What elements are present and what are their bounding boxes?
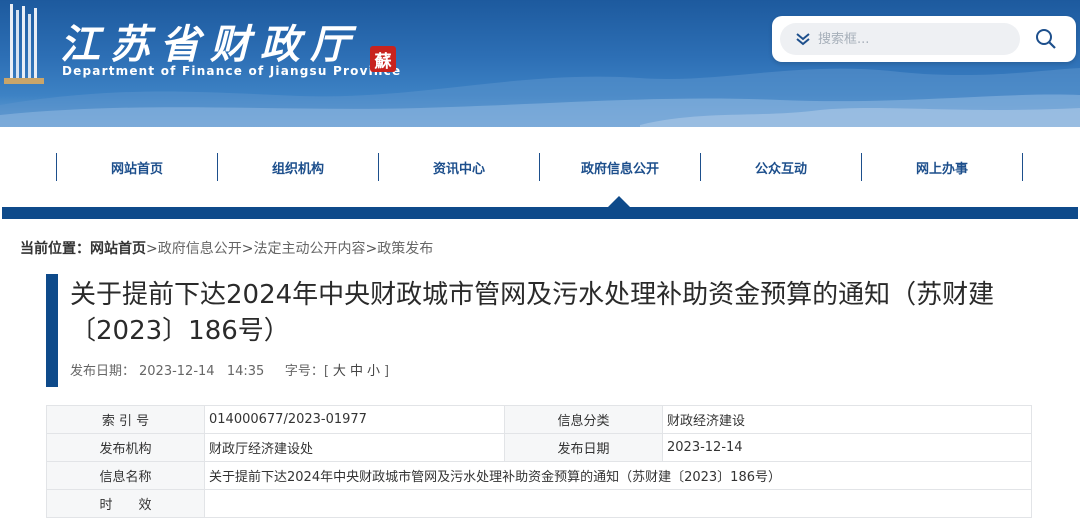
seal-stamp: 蘇	[370, 46, 396, 72]
table-key: 发布日期	[504, 433, 663, 462]
main-nav: 网站首页 组织机构 资讯中心 政府信息公开 公众互动 网上办事	[0, 127, 1080, 207]
publish-date: 2023-12-14	[139, 364, 215, 379]
font-size-label: 字号：[	[284, 364, 329, 379]
nav-underline-bar	[2, 207, 1078, 219]
font-size-close: ]	[383, 364, 390, 379]
title-accent-bar	[46, 274, 58, 387]
table-value: 财政厅经济建设处	[204, 433, 505, 462]
nav-separator	[1022, 153, 1023, 181]
nav-item-public-interaction[interactable]: 公众互动	[701, 154, 861, 180]
nav-item-online-services[interactable]: 网上办事	[862, 154, 1022, 180]
table-value: 财政经济建设	[662, 405, 1032, 434]
breadcrumb-link-statutory[interactable]: 法定主动公开内容	[253, 241, 365, 257]
breadcrumb: 当前位置：网站首页>政府信息公开>法定主动公开内容>政策发布	[20, 238, 433, 258]
table-key: 发布机构	[46, 433, 205, 462]
table-key: 信息名称	[46, 461, 205, 490]
table-row: 信息名称 关于提前下达2024年中央财政城市管网及污水处理补助资金预算的通知（苏…	[46, 461, 1032, 490]
table-value: 2023-12-14	[662, 433, 1032, 462]
table-key: 信息分类	[504, 405, 663, 434]
nav-item-organization[interactable]: 组织机构	[218, 154, 378, 180]
nav-item-news[interactable]: 资讯中心	[379, 154, 539, 180]
breadcrumb-separator: >	[365, 241, 378, 257]
chevron-down-icon[interactable]	[794, 31, 812, 47]
table-key: 时 效	[46, 489, 205, 518]
nav-item-gov-info[interactable]: 政府信息公开	[540, 154, 700, 180]
breadcrumb-link-policy[interactable]: 政策发布	[377, 241, 433, 257]
search-box	[772, 16, 1076, 62]
info-table: 索 引 号 014000677/2023-01977 信息分类 财政经济建设 发…	[46, 405, 1032, 518]
article-meta: 发布日期： 2023-12-14 14:35 字号：[ 大中小]	[70, 360, 393, 379]
table-row: 索 引 号 014000677/2023-01977 信息分类 财政经济建设	[46, 405, 1032, 434]
building-logo-icon	[4, 4, 44, 84]
font-size-large-button[interactable]: 大	[333, 364, 346, 379]
table-key: 索 引 号	[46, 405, 205, 434]
breadcrumb-separator: >	[241, 241, 254, 257]
publish-time: 14:35	[226, 364, 265, 379]
font-size-small-button[interactable]: 小	[367, 364, 380, 379]
table-value: 014000677/2023-01977	[204, 405, 505, 434]
article-title: 关于提前下达2024年中央财政城市管网及污水处理补助资金预算的通知（苏财建〔20…	[70, 280, 995, 346]
table-row: 时 效	[46, 489, 1032, 518]
breadcrumb-home-link[interactable]: 网站首页	[90, 241, 146, 257]
table-value: 关于提前下达2024年中央财政城市管网及污水处理补助资金预算的通知（苏财建〔20…	[204, 461, 1032, 490]
table-row: 发布机构 财政厅经济建设处 发布日期 2023-12-14	[46, 433, 1032, 462]
nav-item-home[interactable]: 网站首页	[57, 154, 217, 180]
breadcrumb-link-gov-info[interactable]: 政府信息公开	[158, 241, 242, 257]
breadcrumb-label: 当前位置：	[20, 241, 90, 257]
site-title: 江苏省财政厅	[60, 21, 360, 68]
font-size-medium-button[interactable]: 中	[350, 364, 363, 379]
breadcrumb-separator: >	[146, 241, 158, 257]
search-input[interactable]	[818, 27, 1008, 51]
search-icon[interactable]	[1034, 27, 1058, 51]
search-field-wrapper	[780, 23, 1020, 55]
publish-date-label: 发布日期：	[70, 364, 136, 379]
site-subtitle: Department of Finance of Jiangsu Provinc…	[62, 64, 402, 78]
site-header: 江苏省财政厅 Department of Finance of Jiangsu …	[0, 0, 1080, 127]
table-value	[204, 489, 1032, 518]
